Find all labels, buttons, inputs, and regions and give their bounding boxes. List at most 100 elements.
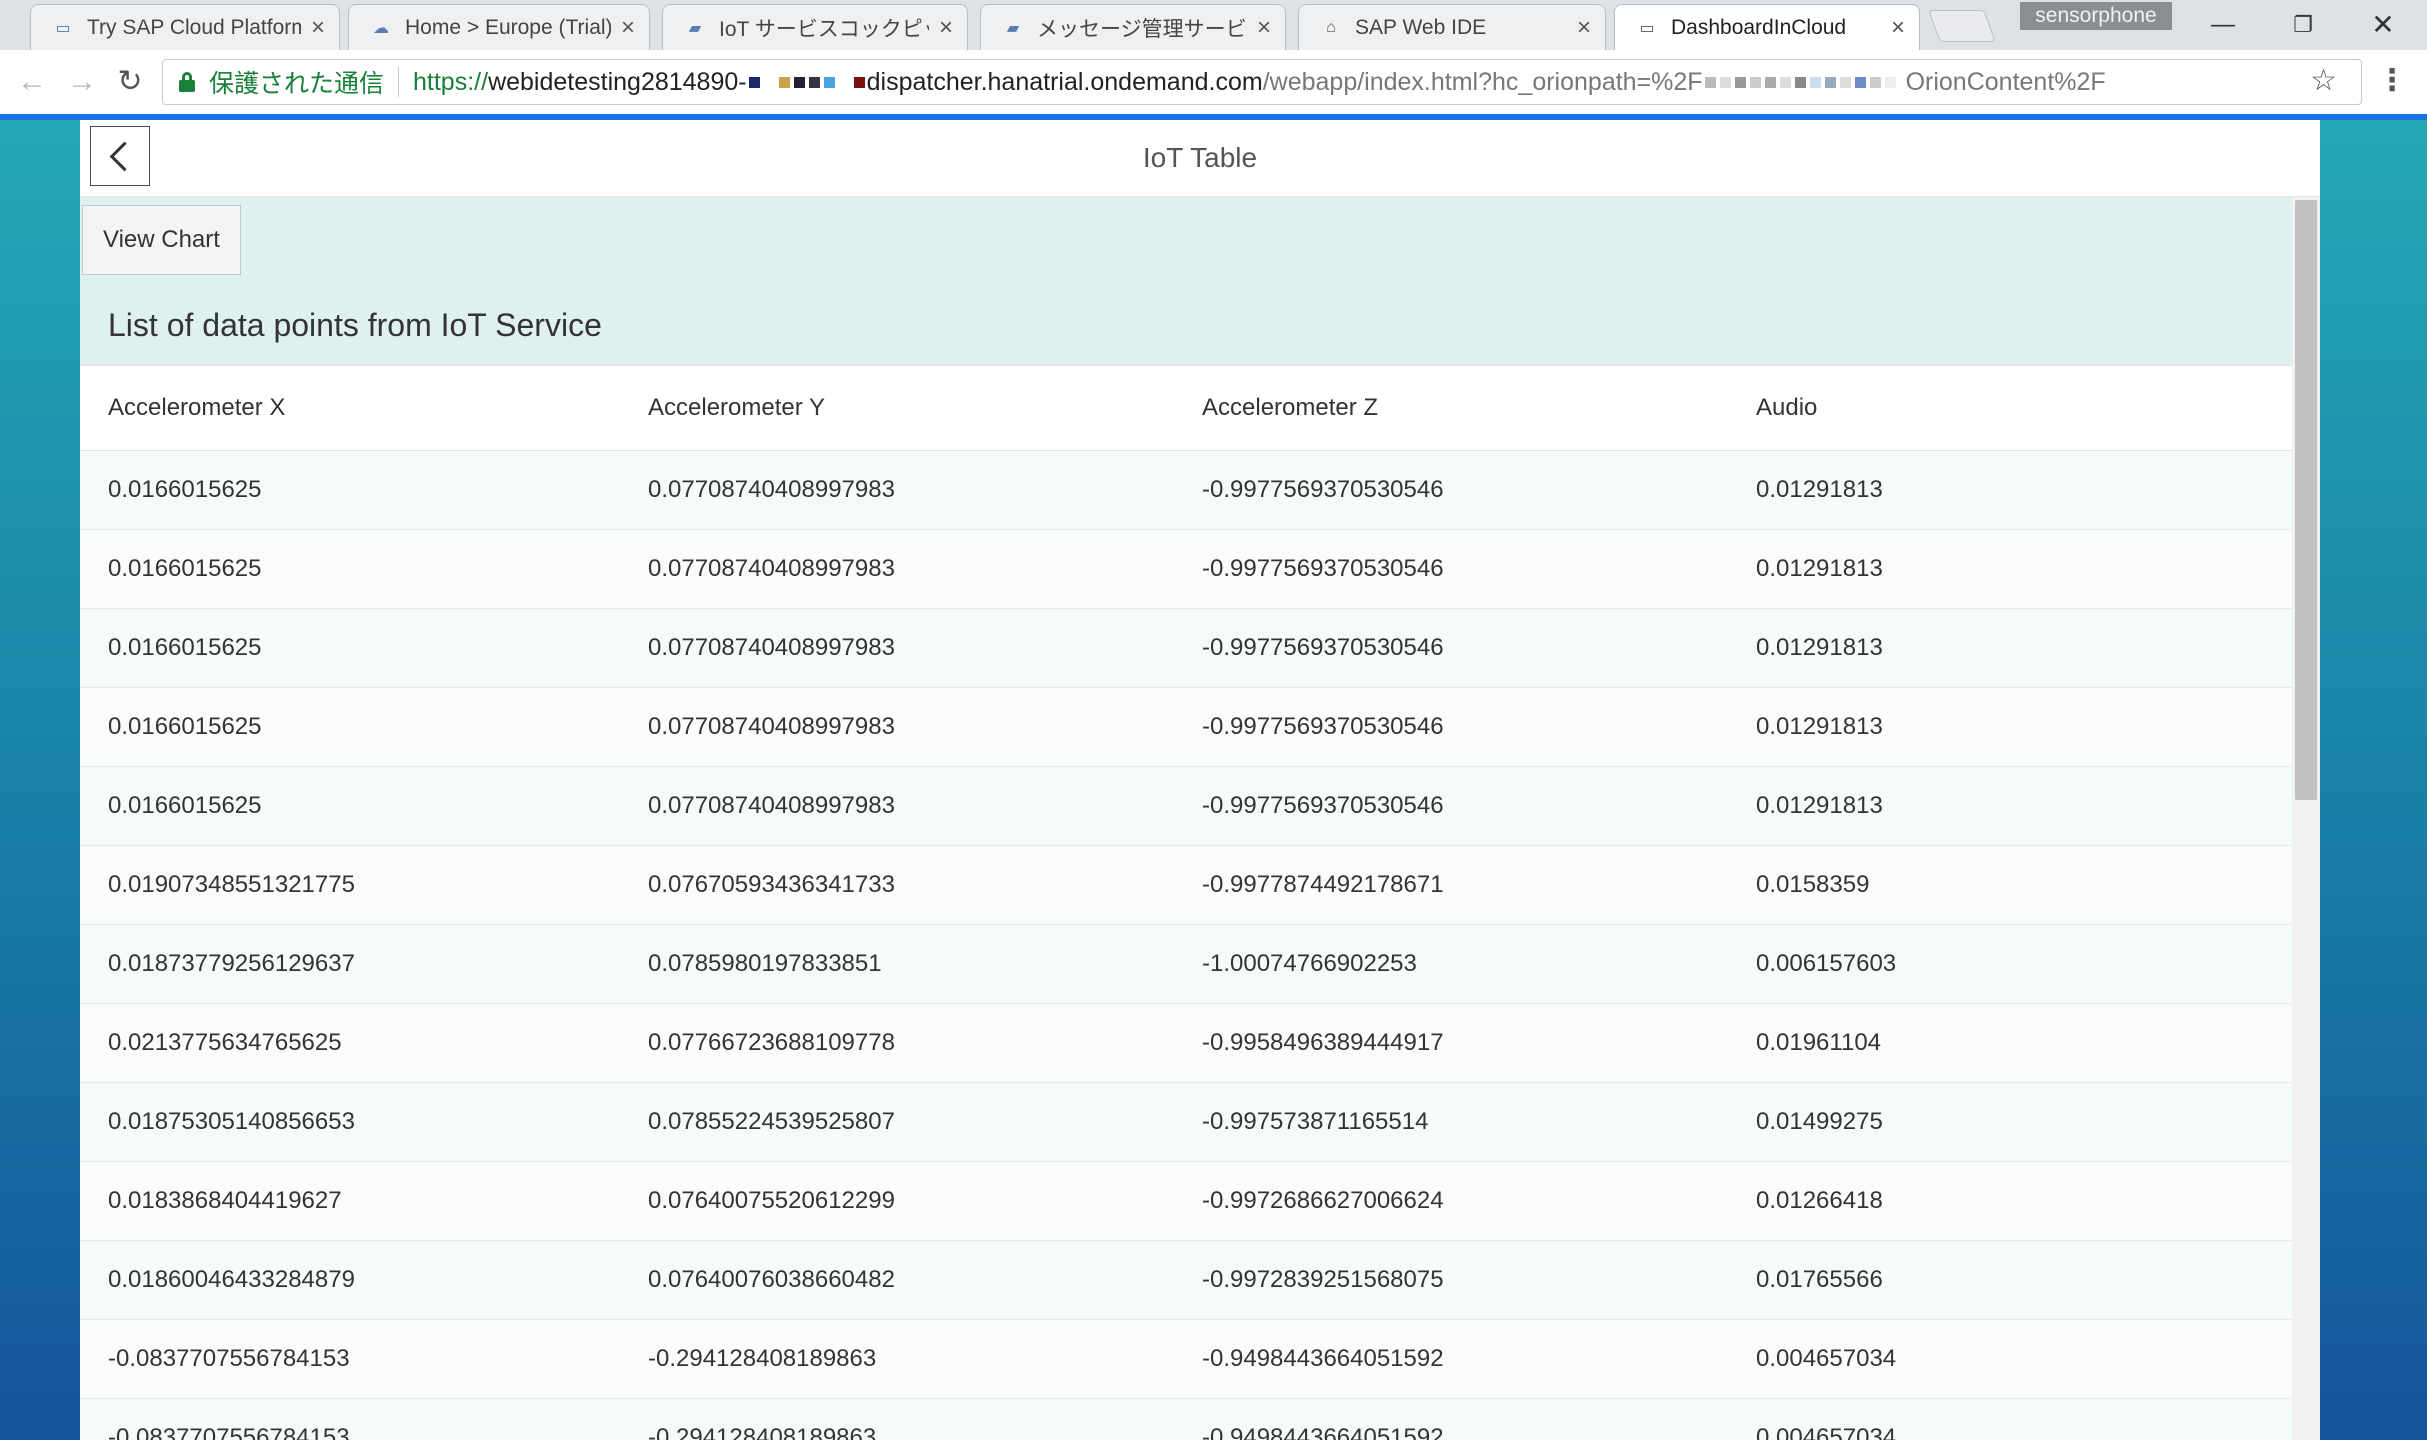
bookmark-star-icon[interactable]: ☆ bbox=[2310, 63, 2337, 98]
url-scheme: https:// bbox=[413, 67, 489, 96]
view-chart-button[interactable]: View Chart bbox=[82, 205, 241, 275]
tab-title: Try SAP Cloud Platform bbox=[87, 15, 301, 39]
tab-message-management[interactable]: ▰ メッセージ管理サービスコッ × bbox=[980, 4, 1286, 50]
table-row[interactable]: 0.0166015625 0.07708740408997983 -0.997756… bbox=[80, 766, 2292, 846]
tab-title: Home > Europe (Trial) bbox=[405, 15, 611, 39]
table-cell: 0.01291813 bbox=[1728, 608, 2292, 688]
table-row[interactable]: 0.01873779256129637 0.0785980197833851 -1.… bbox=[80, 924, 2292, 1004]
url-tail: OrionContent%2F bbox=[1905, 67, 2106, 96]
address-bar[interactable]: 保護された通信 https:// webidetesting2814890- d… bbox=[162, 59, 2362, 105]
table-cell: 0.01291813 bbox=[1728, 687, 2292, 767]
sap-icon: ▰ bbox=[1006, 19, 1020, 37]
redacted-pixels bbox=[1703, 68, 1898, 97]
browser-toolbar: ← → ↻ 保護された通信 https:// webidetesting2814… bbox=[0, 50, 2427, 115]
table-row[interactable]: -0.0837707556784153 -0.294128408189863 -0.… bbox=[80, 1398, 2292, 1440]
table-cell: 0.07640075520612299 bbox=[620, 1161, 1174, 1241]
table-cell: 0.0166015625 bbox=[80, 608, 620, 688]
iot-data-table: Accelerometer X Accelerometer Y Accelero… bbox=[80, 365, 2292, 1440]
table-cell: -0.0837707556784153 bbox=[80, 1398, 620, 1440]
content-area: View Chart List of data points from IoT … bbox=[80, 197, 2292, 1440]
table-cell: 0.004657034 bbox=[1728, 1398, 2292, 1440]
kebab-menu-icon[interactable]: ⋮ bbox=[2377, 63, 2407, 98]
table-row[interactable]: 0.0166015625 0.07708740408997983 -0.997756… bbox=[80, 687, 2292, 767]
column-header-audio[interactable]: Audio bbox=[1728, 365, 2292, 451]
column-header-accelerometer-x[interactable]: Accelerometer X bbox=[80, 365, 620, 451]
table-row[interactable]: 0.0183868404419627 0.07640075520612299 -0.… bbox=[80, 1161, 2292, 1241]
table-cell: 0.0213775634765625 bbox=[80, 1003, 620, 1083]
table-row[interactable]: 0.0213775634765625 0.07766723688109778 -0.… bbox=[80, 1003, 2292, 1083]
profile-badge[interactable]: sensorphone bbox=[2020, 2, 2172, 30]
tab-home-europe[interactable]: ☁ Home > Europe (Trial) × bbox=[348, 4, 650, 50]
table-row[interactable]: 0.0166015625 0.07708740408997983 -0.997756… bbox=[80, 529, 2292, 609]
tab-title: メッセージ管理サービスコッ bbox=[1037, 17, 1247, 41]
tab-title: IoT サービスコックピット bbox=[719, 17, 929, 41]
table-cell: 0.01873779256129637 bbox=[80, 924, 620, 1004]
close-icon[interactable]: × bbox=[621, 14, 635, 42]
chevron-left-icon bbox=[109, 141, 139, 171]
tab-title: DashboardInCloud bbox=[1671, 15, 1847, 39]
forward-arrow-icon[interactable]: → bbox=[62, 62, 102, 102]
table-cell: 0.07855224539525807 bbox=[620, 1082, 1174, 1162]
table-cell: 0.07708740408997983 bbox=[620, 687, 1174, 767]
table-cell: 0.0166015625 bbox=[80, 450, 620, 530]
table-cell: 0.01266418 bbox=[1728, 1161, 2292, 1241]
table-cell: 0.0166015625 bbox=[80, 529, 620, 609]
tab-strip: ▭ Try SAP Cloud Platform × ☁ Home > Euro… bbox=[0, 0, 2427, 50]
tab-try-sap-cloud-platform[interactable]: ▭ Try SAP Cloud Platform × bbox=[30, 4, 340, 50]
close-icon[interactable]: × bbox=[1257, 14, 1271, 42]
close-icon[interactable]: × bbox=[311, 14, 325, 42]
table-cell: 0.01291813 bbox=[1728, 766, 2292, 846]
back-arrow-icon[interactable]: ← bbox=[12, 62, 52, 102]
table-row[interactable]: 0.01875305140856653 0.07855224539525807 -0… bbox=[80, 1082, 2292, 1162]
restore-icon[interactable]: ❐ bbox=[2268, 8, 2338, 42]
close-icon[interactable]: × bbox=[1891, 14, 1905, 42]
table-row[interactable]: 0.01860046433284879 0.07640076038660482 -0… bbox=[80, 1240, 2292, 1320]
table-cell: 0.01907348551321775 bbox=[80, 845, 620, 925]
secure-connection-label: 保護された通信 bbox=[209, 70, 385, 98]
table-cell: 0.07708740408997983 bbox=[620, 608, 1174, 688]
column-header-accelerometer-y[interactable]: Accelerometer Y bbox=[620, 365, 1174, 451]
tab-dashboardincloud[interactable]: ▭ DashboardInCloud × bbox=[1614, 4, 1920, 50]
table-cell: -0.9977569370530546 bbox=[1174, 687, 1728, 767]
table-cell: 0.01765566 bbox=[1728, 1240, 2292, 1320]
table-cell: -0.9498443664051592 bbox=[1174, 1398, 1728, 1440]
table-header-row: Accelerometer X Accelerometer Y Accelero… bbox=[80, 365, 2292, 451]
page-icon: ▭ bbox=[55, 19, 71, 37]
table-cell: -1.00074766902253 bbox=[1174, 924, 1728, 1004]
window-close-icon[interactable]: ✕ bbox=[2348, 8, 2418, 42]
table-cell: 0.01291813 bbox=[1728, 450, 2292, 530]
table-cell: 0.006157603 bbox=[1728, 924, 2292, 1004]
close-icon[interactable]: × bbox=[1577, 14, 1591, 42]
scrollbar-thumb[interactable] bbox=[2295, 200, 2317, 800]
tab-iot-service-cockpit[interactable]: ▰ IoT サービスコックピット × bbox=[662, 4, 968, 50]
close-icon[interactable]: × bbox=[939, 14, 953, 42]
table-cell: 0.01291813 bbox=[1728, 529, 2292, 609]
page-title: IoT Table bbox=[1142, 142, 1258, 173]
table-cell: 0.0158359 bbox=[1728, 845, 2292, 925]
reload-icon[interactable]: ↻ bbox=[110, 62, 150, 102]
table-cell: 0.01860046433284879 bbox=[80, 1240, 620, 1320]
minimize-icon[interactable]: — bbox=[2188, 8, 2258, 42]
table-cell: 0.07708740408997983 bbox=[620, 450, 1174, 530]
app-header: IoT Table bbox=[80, 120, 2320, 197]
sap-icon: ▰ bbox=[688, 19, 702, 37]
table-row[interactable]: 0.0166015625 0.07708740408997983 -0.997756… bbox=[80, 608, 2292, 688]
redacted-pixels bbox=[747, 68, 867, 97]
column-header-accelerometer-z[interactable]: Accelerometer Z bbox=[1174, 365, 1728, 451]
table-cell: -0.0837707556784153 bbox=[80, 1319, 620, 1399]
new-tab-button[interactable] bbox=[1928, 10, 1996, 42]
tab-sap-web-ide[interactable]: ⌂ SAP Web IDE × bbox=[1298, 4, 1606, 50]
table-row[interactable]: 0.0166015625 0.07708740408997983 -0.997756… bbox=[80, 450, 2292, 530]
table-cell: -0.294128408189863 bbox=[620, 1398, 1174, 1440]
table-cell: 0.0166015625 bbox=[80, 687, 620, 767]
url-host-end: dispatcher.hanatrial.ondemand.com bbox=[866, 67, 1263, 96]
table-cell: -0.9977569370530546 bbox=[1174, 766, 1728, 846]
table-cell: -0.9498443664051592 bbox=[1174, 1319, 1728, 1399]
table-cell: -0.9972686627006624 bbox=[1174, 1161, 1728, 1241]
table-row[interactable]: -0.0837707556784153 -0.294128408189863 -0.… bbox=[80, 1319, 2292, 1399]
table-row[interactable]: 0.01907348551321775 0.07670593436341733 -0… bbox=[80, 845, 2292, 925]
table-cell: -0.9977569370530546 bbox=[1174, 450, 1728, 530]
back-button[interactable] bbox=[90, 126, 150, 186]
table-cell: 0.01875305140856653 bbox=[80, 1082, 620, 1162]
table-cell: 0.07708740408997983 bbox=[620, 529, 1174, 609]
